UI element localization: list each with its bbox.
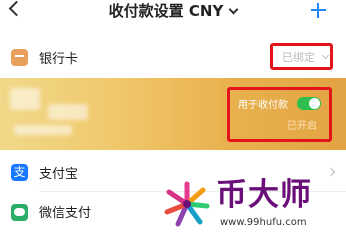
masked-card-info — [14, 125, 72, 135]
chevron-down-icon — [228, 4, 239, 15]
bank-card-icon — [11, 49, 28, 66]
watermark: 币大师 www.99hufu.com — [158, 173, 346, 236]
toggle-knob — [309, 98, 320, 109]
use-for-receipt-label: 用于收付款 — [238, 100, 288, 111]
bank-card-icon-stripe — [15, 55, 24, 57]
wechat-pay-label: 微信支付 — [39, 206, 92, 221]
page-title: 收付款设置 CNY — [108, 2, 224, 20]
watermark-url: www.99hufu.com — [220, 217, 307, 228]
receipt-toggle[interactable] — [297, 97, 321, 110]
masked-card-info — [48, 104, 88, 120]
wechat-pay-icon — [11, 204, 28, 221]
navigation-bar: 收付款设置 CNY — [0, 0, 346, 32]
page-title-dropdown[interactable]: 收付款设置 CNY — [0, 0, 346, 22]
enabled-status: 已开启 — [287, 121, 317, 132]
alipay-label: 支付宝 — [39, 167, 79, 182]
bank-card-label: 银行卡 — [39, 52, 79, 67]
bound-status[interactable]: 已绑定 — [282, 49, 315, 65]
masked-card-info — [10, 88, 40, 110]
wechat-bubble — [14, 208, 25, 216]
plus-icon-horizontal — [311, 9, 326, 11]
watermark-brand: 币大师 — [216, 177, 312, 213]
brand-logo-icon — [164, 181, 210, 227]
alipay-icon: 支 — [11, 164, 28, 181]
